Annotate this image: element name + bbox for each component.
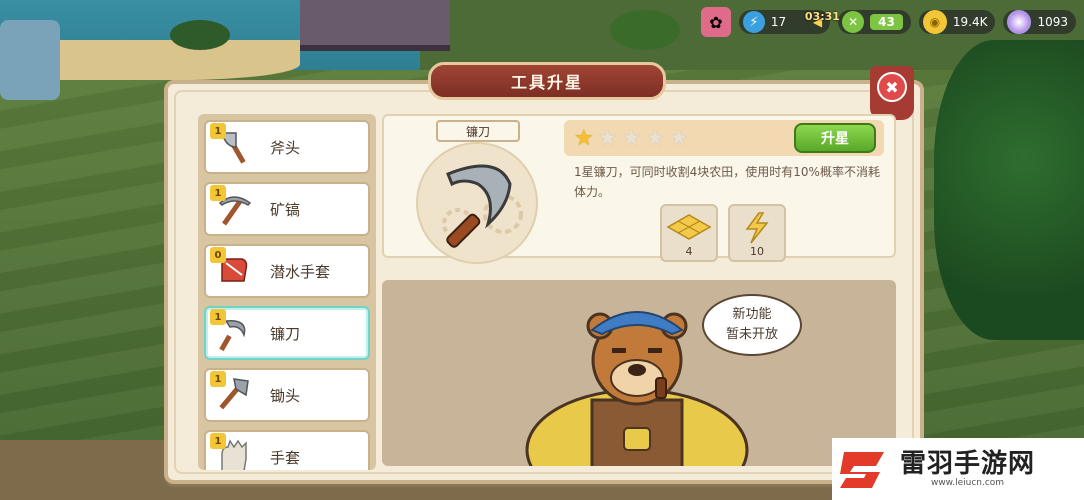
food-counter[interactable]: ✕ 43 bbox=[838, 10, 911, 34]
tool-star-badge: 1 bbox=[210, 371, 226, 387]
star-empty-icon: ★ bbox=[645, 125, 665, 151]
tool-name: 潜水手套 bbox=[270, 262, 331, 281]
site-logo: 雷羽手游网 www.leiucn.com bbox=[832, 438, 1084, 500]
glove-icon: 1 bbox=[210, 433, 258, 470]
material-slot[interactable]: 4 bbox=[660, 204, 718, 262]
energy-timer: 03:31 bbox=[804, 10, 840, 23]
star-empty-icon: ★ bbox=[621, 125, 642, 151]
close-icon: ✖ bbox=[877, 72, 907, 102]
energy-counter[interactable]: ⚡ 17 03:31 ◀ bbox=[738, 10, 840, 34]
tool-item-pickaxe[interactable]: 1 矿镐 bbox=[204, 182, 370, 236]
tool-upgrade-dialog: 工具升星 ✖ 1 斧头 1 矿镐 0 潜水手套 1 镰刀 1 锄头 1 手套 镰… bbox=[164, 62, 924, 484]
tool-star-badge: 1 bbox=[210, 433, 226, 449]
tool-item-diving-glove[interactable]: 0 潜水手套 bbox=[204, 244, 370, 298]
tool-name: 锄头 bbox=[270, 386, 301, 405]
energy-value: 17 bbox=[770, 15, 787, 29]
star-rating-bar: ★ ★ ★ ★ ★ 升星 bbox=[564, 120, 884, 156]
tool-name: 斧头 bbox=[270, 138, 301, 157]
gem-icon bbox=[1007, 10, 1032, 34]
tool-item-glove[interactable]: 1 手套 bbox=[204, 430, 370, 470]
bush bbox=[610, 10, 680, 50]
tool-preview: 镰刀 bbox=[396, 120, 546, 264]
bush bbox=[170, 20, 230, 50]
coin-value: 19.4K bbox=[952, 15, 988, 29]
energy-bolt-icon: ⚡ bbox=[742, 11, 765, 33]
bear-mascot-icon bbox=[525, 311, 749, 466]
coin-icon: ◉ bbox=[922, 10, 947, 34]
event-icon[interactable]: ✿ bbox=[700, 7, 731, 37]
material-count: 10 bbox=[750, 245, 764, 258]
hoe-icon: 1 bbox=[210, 371, 258, 419]
star-empty-icon: ★ bbox=[597, 125, 618, 151]
axe-icon: 1 bbox=[210, 123, 258, 171]
upgrade-materials: 4 10 bbox=[660, 204, 786, 262]
sickle-icon bbox=[446, 164, 512, 248]
upgrade-star-button[interactable]: 升星 bbox=[794, 123, 876, 153]
material-slot[interactable]: 10 bbox=[728, 204, 786, 262]
sickle-icon: 1 bbox=[210, 309, 258, 357]
logo-url: www.leiucn.com bbox=[930, 478, 1005, 488]
tool-item-sickle[interactable]: 1 镰刀 bbox=[204, 306, 370, 360]
tool-star-badge: 1 bbox=[210, 123, 226, 139]
top-hud: ✿ ⚡ 17 03:31 ◀ ✕ 43 ◉ 19.4K 1093 bbox=[700, 4, 1076, 40]
tool-name: 矿镐 bbox=[270, 200, 301, 219]
tool-list: 1 斧头 1 矿镐 0 潜水手套 1 镰刀 1 锄头 1 手套 bbox=[198, 114, 376, 470]
star-empty-icon: ★ bbox=[668, 125, 689, 151]
gem-counter[interactable]: 1093 bbox=[1003, 10, 1076, 34]
tool-name: 镰刀 bbox=[270, 324, 301, 343]
water-tank bbox=[0, 20, 60, 100]
tool-detail-name: 镰刀 bbox=[436, 120, 520, 142]
tool-star-badge: 1 bbox=[210, 185, 226, 201]
tool-preview-circle bbox=[416, 142, 538, 264]
tool-detail-card: 镰刀 ★ ★ ★ ★ ★ 升星 1星镰刀，可同时收割4块农田，使用时有10%概率… bbox=[382, 114, 896, 264]
logo-icon bbox=[836, 444, 892, 494]
tool-item-hoe[interactable]: 1 锄头 bbox=[204, 368, 370, 422]
logo-text: 雷羽手游网 bbox=[900, 449, 1036, 479]
material-count: 4 bbox=[685, 245, 693, 258]
tree bbox=[934, 40, 1084, 340]
tool-description: 1星镰刀，可同时收割4块农田，使用时有10%概率不消耗体力。 bbox=[574, 165, 880, 199]
utensils-icon: ✕ bbox=[842, 11, 865, 33]
farmland-tiles-icon bbox=[666, 214, 712, 240]
gem-value: 1093 bbox=[1037, 15, 1068, 29]
energy-bolt-icon bbox=[745, 212, 769, 244]
tool-star-badge: 0 bbox=[210, 247, 226, 263]
pickaxe-icon: 1 bbox=[210, 185, 258, 233]
house bbox=[300, 0, 450, 51]
coin-counter[interactable]: ◉ 19.4K bbox=[918, 10, 996, 34]
dialog-title: 工具升星 bbox=[428, 62, 666, 100]
star-filled-icon: ★ bbox=[574, 125, 594, 151]
tool-star-badge: 1 bbox=[210, 309, 226, 325]
diving-glove-icon: 0 bbox=[210, 247, 258, 295]
locked-feature-panel: 新功能 暂未开放 bbox=[382, 280, 896, 466]
close-button[interactable]: ✖ bbox=[870, 66, 914, 120]
tool-name: 手套 bbox=[270, 448, 301, 467]
tool-item-axe[interactable]: 1 斧头 bbox=[204, 120, 370, 174]
food-value: 43 bbox=[870, 14, 903, 30]
